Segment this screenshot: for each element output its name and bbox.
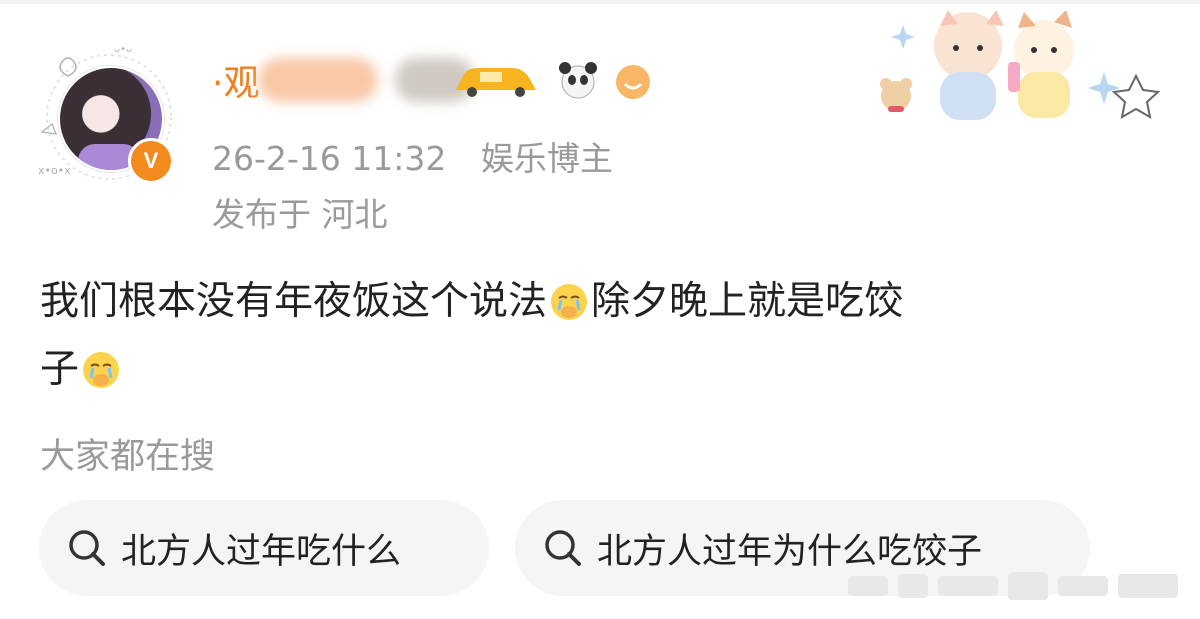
obscured-name-blur — [258, 58, 378, 102]
search-heading: 大家都在搜 — [40, 437, 216, 477]
author-role: 娱乐博主 — [480, 139, 613, 178]
svg-text:ᴗ•ᴗ: ᴗ•ᴗ — [114, 44, 132, 55]
top-divider — [0, 0, 1200, 4]
crying-emoji-icon-2 — [83, 352, 120, 388]
post-meta: 26-2-16 11:32 娱乐博主 — [212, 132, 613, 180]
crying-emoji-icon — [551, 284, 588, 320]
post-content: 我们根本没有年夜饭这个说法 除夕晚上就是吃饺 子 — [40, 268, 1160, 404]
author-name-text: ·观 — [212, 63, 260, 104]
post-timestamp: 26-2-16 11:32 — [212, 139, 447, 178]
verified-badge-icon: V — [128, 138, 174, 184]
cat-sticker-decoration — [880, 10, 1161, 120]
watermark-decoration — [848, 572, 1178, 600]
search-chip-label: 北方人过年为什么吃饺子 — [597, 531, 983, 572]
post-text-part3: 子 — [40, 347, 80, 392]
post-text-part1: 我们根本没有年夜饭这个说法 — [40, 279, 548, 324]
post-location: 发布于 河北 — [212, 195, 388, 234]
search-icon — [69, 530, 105, 566]
search-icon — [545, 530, 581, 566]
post-text-part2: 除夕晚上就是吃饺 — [591, 279, 904, 324]
search-chip[interactable]: 北方人过年吃什么 — [39, 500, 489, 596]
car-badge-icon — [456, 68, 536, 97]
avatar-frame[interactable]: ᴗ•ᴗ x•o•x V — [32, 42, 178, 184]
svg-text:x•o•x: x•o•x — [38, 164, 71, 177]
panda-badge-icon — [559, 62, 597, 99]
search-chip-label: 北方人过年吃什么 — [121, 531, 402, 572]
smile-badge-icon — [616, 65, 650, 99]
author-name[interactable]: ·观 — [212, 55, 259, 105]
